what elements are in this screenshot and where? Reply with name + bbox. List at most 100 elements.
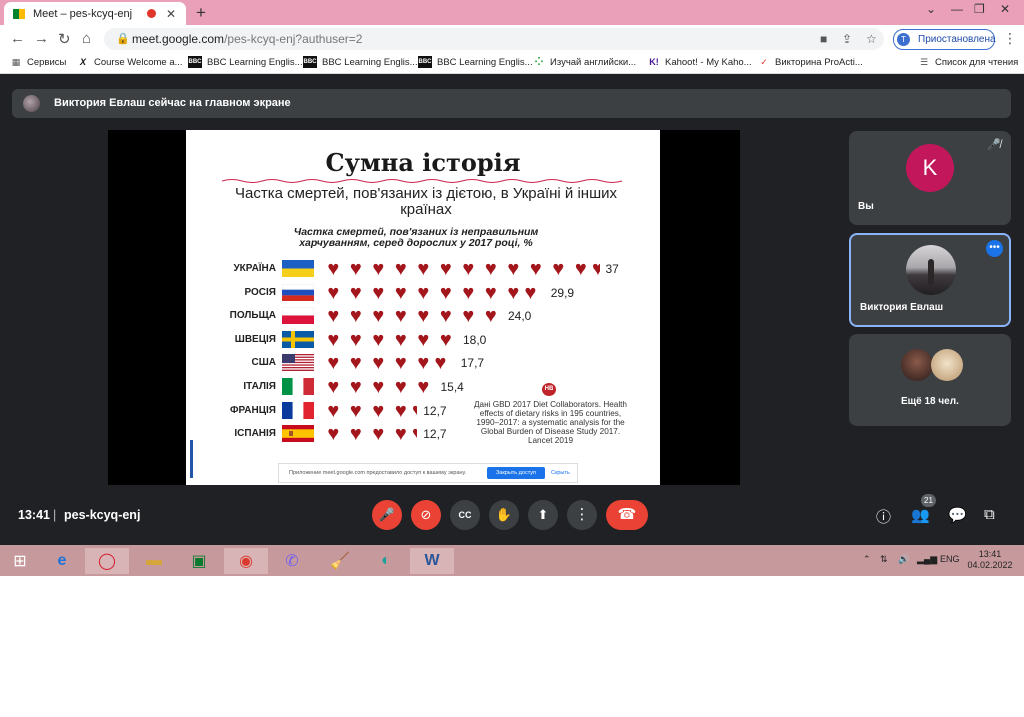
tray-overflow-icon[interactable]: ⌃ — [863, 554, 871, 565]
heart-mark: ♥ — [327, 258, 340, 280]
chart-category-label: РОСІЯ — [244, 286, 276, 298]
opera-icon[interactable]: ◯ — [85, 548, 129, 574]
stop-sharing-button[interactable]: Закрыть доступ — [487, 467, 545, 479]
signal-icon[interactable]: ▂▄▆ — [917, 554, 937, 565]
heart-mark: ♥ — [394, 258, 407, 280]
green-dots-icon: ⁘ — [534, 56, 544, 68]
tab-close-icon[interactable]: ✕ — [166, 7, 176, 21]
heart-mark: ♥ — [462, 281, 475, 304]
heart-mark: ♥ — [349, 258, 362, 280]
bookmark-item[interactable]: BBC BBC Learning Englis... — [188, 56, 303, 68]
maximize-button[interactable]: ❐ — [974, 2, 985, 16]
heart-mark: ♥ — [439, 281, 452, 304]
heart-mark: ♥ — [327, 423, 340, 446]
network-icon[interactable]: ⇅ — [880, 554, 888, 565]
close-window-button[interactable]: ✕ — [1000, 2, 1010, 16]
url-text: meet.google.com/pes-kcyq-enj?authuser=2 — [132, 32, 363, 46]
country-flag-icon — [282, 378, 314, 395]
home-icon[interactable]: ⌂ — [82, 30, 91, 47]
edge-icon[interactable]: ◐ — [364, 548, 408, 574]
bookmark-item[interactable]: X Course Welcome a... — [77, 56, 183, 68]
file-explorer-icon[interactable]: ▬ — [132, 548, 176, 574]
participant-tile-others[interactable]: Ещё 18 чел. — [849, 334, 1011, 426]
chat-icon[interactable]: 💬 — [948, 506, 967, 524]
bookmark-item[interactable]: ⁘ Изучай английски... — [533, 56, 636, 68]
participant-name: Ещё 18 чел. — [901, 396, 959, 407]
heart-mark: ♥ — [484, 258, 497, 280]
source-badge: НВ — [542, 383, 556, 396]
heart-mark: ♥ — [372, 328, 385, 351]
leave-call-button[interactable]: ☎ — [606, 500, 648, 530]
heart-mark: ♥ — [484, 281, 497, 304]
heart-mark-partial: ♥ — [434, 353, 447, 374]
camera-toggle-button[interactable]: ⊘ — [411, 500, 441, 530]
heart-mark-partial: ♥ — [412, 401, 417, 421]
heart-mark: ♥ — [417, 376, 430, 398]
store-icon[interactable]: ▣ — [177, 548, 221, 574]
start-windows-icon[interactable]: ⊞ — [0, 548, 42, 574]
more-options-icon[interactable]: ••• — [986, 240, 1003, 257]
activities-icon[interactable]: ⧉ — [984, 506, 995, 523]
reading-list-button[interactable]: ☰ Список для чтения — [918, 56, 1018, 68]
chrome-icon[interactable]: ◉ — [224, 548, 268, 574]
participant-tile-presenter[interactable]: ••• Виктория Евлаш — [849, 233, 1011, 327]
ccleaner-broom-icon[interactable]: 🧹 — [318, 548, 362, 574]
bookmark-item[interactable]: BBC BBC Learning Englis... — [303, 56, 418, 68]
meeting-info-icon[interactable]: ⓘ — [876, 506, 891, 527]
chart-category-label: ПОЛЬЩА — [229, 310, 276, 322]
hide-notice-button[interactable]: Скрыть — [551, 464, 570, 482]
new-tab-button[interactable]: + — [196, 3, 206, 23]
heart-mark: ♥ — [372, 258, 385, 280]
taskbar-clock[interactable]: 13:41 04.02.2022 — [966, 549, 1014, 571]
minimize-button[interactable]: — — [951, 2, 963, 16]
chart-value-label: 24,0 — [508, 309, 532, 324]
viber-icon[interactable]: ✆ — [270, 548, 314, 574]
raise-hand-button[interactable]: ✋ — [489, 500, 519, 530]
present-button[interactable]: ⬆ — [528, 500, 558, 530]
language-indicator[interactable]: ENG — [940, 554, 960, 564]
participant-name: Виктория Евлаш — [860, 302, 944, 313]
bookmark-star-icon[interactable]: ☆ — [866, 28, 877, 50]
participant-tile-self[interactable]: K 🎤̸ Вы — [849, 131, 1011, 225]
profile-button[interactable]: T Приостановлена — [893, 29, 996, 50]
share-icon[interactable]: ⇪ — [842, 28, 852, 50]
word-icon[interactable]: W — [410, 548, 454, 574]
reload-icon[interactable]: ↻ — [58, 30, 71, 48]
heart-mark: ♥ — [417, 352, 430, 375]
camera-icon[interactable]: ■ — [820, 28, 827, 50]
check-icon: ✓ — [760, 57, 768, 67]
browser-menu-icon[interactable]: ⋮ — [1003, 30, 1017, 47]
browser-tab-meet[interactable]: Meet – pes-kcyq-enj ✕ — [4, 2, 186, 25]
chart-value-label: 37 — [605, 262, 619, 276]
country-flag-icon — [282, 401, 314, 419]
bookmarks-bar: ▦ Сервисы X Course Welcome a... BBC BBC … — [0, 53, 1024, 74]
windows-taskbar: ⊞ e ◯ ▬ ▣ ◉ ✆ 🧹 ◐ W ⌃ ⇅ 🔊 ▂▄▆ ENG 13:41 … — [0, 545, 1024, 576]
screen-share-stage: Сумна історія Частка смертей, пов'язаних… — [108, 130, 740, 485]
meet-area: Виктория Евлаш сейчас на главном экране … — [0, 74, 1024, 545]
avatar — [906, 245, 956, 295]
bookmark-item[interactable]: ✓ Викторина ProActi... — [758, 56, 863, 68]
slide-accent-bar — [190, 440, 193, 478]
bookmark-item[interactable]: ▦ Сервисы — [10, 56, 67, 68]
internet-explorer-icon[interactable]: e — [40, 548, 84, 574]
more-options-button[interactable]: ⋮ — [567, 500, 597, 530]
heart-mark: ♥ — [327, 399, 340, 422]
bookmark-item[interactable]: BBC BBC Learning Englis... — [418, 56, 533, 68]
chart-value-label: 29,9 — [550, 285, 575, 300]
presenter-banner-text: Виктория Евлаш сейчас на главном экране — [54, 97, 291, 109]
tab-search-icon[interactable]: ⌄ — [926, 2, 936, 16]
captions-button[interactable]: CC — [450, 500, 480, 530]
avatar — [931, 349, 963, 381]
heart-mark: ♥ — [372, 376, 385, 398]
chart-bar: ♥♥♥♥♥ — [322, 424, 417, 444]
forward-arrow-icon[interactable]: → — [34, 30, 49, 47]
country-flag-icon — [282, 283, 314, 301]
bookmark-item[interactable]: K! Kahoot! - My Kaho... — [648, 56, 751, 68]
heart-mark: ♥ — [529, 258, 542, 280]
mic-toggle-button[interactable]: 🎤 — [372, 500, 402, 530]
bbc-logo-icon: BBC — [418, 56, 432, 68]
people-icon[interactable]: 👥 — [911, 506, 930, 524]
address-bar[interactable]: 🔒 meet.google.com/pes-kcyq-enj?authuser=… — [104, 28, 884, 50]
volume-icon[interactable]: 🔊 — [898, 554, 909, 565]
back-arrow-icon[interactable]: ← — [10, 30, 25, 47]
